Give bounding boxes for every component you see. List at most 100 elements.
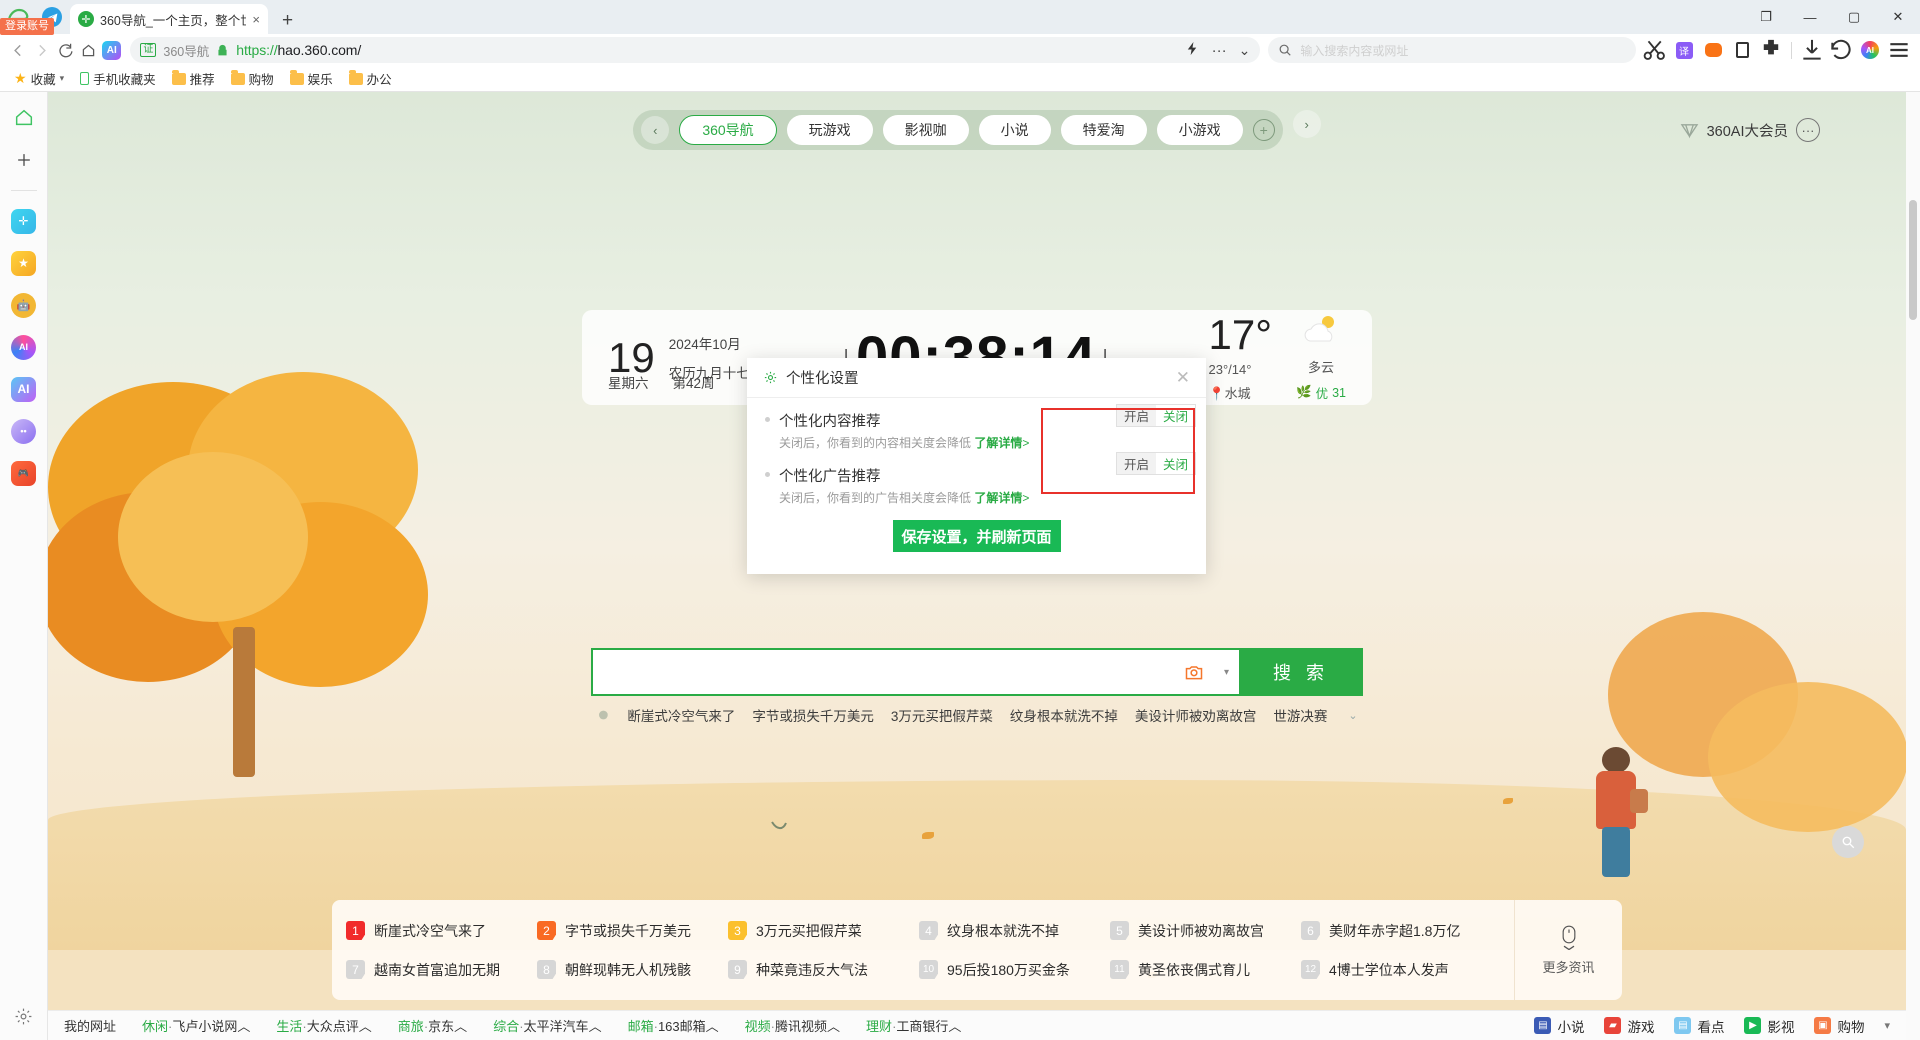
bottom-link[interactable]: 休闲·飞卢小说网︿ xyxy=(142,1016,250,1035)
search-engine-dropdown[interactable]: ▾ xyxy=(1219,648,1239,696)
news-item[interactable]: 6 美财年赤字超1.8万亿 xyxy=(1301,914,1492,947)
address-bar[interactable]: 证 360导航 https://hao.360.com/ ··· ⌄ xyxy=(130,37,1261,63)
bottom-my-sites[interactable]: 我的网址 xyxy=(64,1016,116,1035)
sidebar-item-favorites[interactable]: ★ xyxy=(10,249,38,277)
bookmark-folder-recommend[interactable]: 推荐 xyxy=(166,67,221,90)
nav-add-tab-button[interactable]: + xyxy=(1252,119,1275,141)
bottom-shortcut-game[interactable]: ▰ 游戏 xyxy=(1604,1016,1654,1036)
game-icon[interactable] xyxy=(1700,37,1726,63)
puzzle-icon[interactable] xyxy=(1758,37,1784,63)
news-item[interactable]: 8 朝鲜现韩无人机残骸 xyxy=(537,953,728,986)
close-window-button[interactable]: ✕ xyxy=(1876,0,1920,34)
news-item[interactable]: 9 种菜竟违反大气法 xyxy=(728,953,919,986)
toolbar-search-box[interactable]: 输入搜索内容或网址 xyxy=(1268,37,1636,63)
restore-down-button[interactable]: ❐ xyxy=(1744,0,1788,34)
hot-search-item[interactable]: 世游决赛 xyxy=(1273,705,1327,725)
sidebar-item-add[interactable] xyxy=(10,146,38,174)
search-input[interactable] xyxy=(607,663,1182,681)
news-item[interactable]: 5 美设计师被劝离故宫 xyxy=(1110,914,1301,947)
bookmark-phone-favorites[interactable]: 手机收藏夹 xyxy=(74,67,162,90)
sidebar-item-robot[interactable]: 🤖 xyxy=(10,291,38,319)
page-scrollbar[interactable] xyxy=(1906,92,1920,1040)
reload-icon[interactable] xyxy=(55,36,76,64)
hot-search-expand-icon[interactable]: ⌄ xyxy=(1348,709,1357,722)
news-item[interactable]: 2 字节或损失千万美元 xyxy=(537,914,728,947)
bookmark-folder-office[interactable]: 办公 xyxy=(343,67,398,90)
nav-tab-xiaoyouxi[interactable]: 小游戏 xyxy=(1156,115,1243,145)
maximize-button[interactable]: ▢ xyxy=(1832,0,1876,34)
back-arrow-icon[interactable] xyxy=(8,36,29,64)
news-item[interactable]: 10 95后投180万买金条 xyxy=(919,953,1110,986)
vip-more-icon[interactable]: ··· xyxy=(1796,118,1820,142)
forward-arrow-icon[interactable] xyxy=(31,36,52,64)
bookmark-favorites[interactable]: ★ 收藏 ▾ xyxy=(8,67,70,90)
news-more-button[interactable]: 更多资讯 xyxy=(1514,900,1622,1000)
scissors-icon[interactable] xyxy=(1642,37,1668,63)
download-icon[interactable] xyxy=(1799,37,1825,63)
bottom-link[interactable]: 综合·太平洋汽车︿ xyxy=(493,1016,601,1035)
hot-search-item[interactable]: 3万元买把假芹菜 xyxy=(891,705,993,725)
bottom-link[interactable]: 生活·大众点评︿ xyxy=(276,1016,371,1035)
nav-tab-wanyouxi[interactable]: 玩游戏 xyxy=(786,115,873,145)
news-item[interactable]: 3 3万元买把假芹菜 xyxy=(728,914,919,947)
bottom-shortcut-video[interactable]: ▶ 影视 xyxy=(1744,1016,1794,1036)
bottom-shortcut-novel[interactable]: ▤ 小说 xyxy=(1534,1016,1584,1036)
bookmark-folder-entertainment[interactable]: 娱乐 xyxy=(284,67,339,90)
new-tab-button[interactable]: + xyxy=(282,11,293,30)
bottom-shortcut-kandian[interactable]: ▤ 看点 xyxy=(1674,1016,1724,1036)
toggle-on-option[interactable]: 开启 xyxy=(1117,453,1156,474)
login-account-badge[interactable]: 登录账号 xyxy=(0,18,54,35)
news-item[interactable]: 7 越南女首富追加无期 xyxy=(346,953,537,986)
nav-tab-yingshika[interactable]: 影视咖 xyxy=(882,115,969,145)
scrollbar-thumb[interactable] xyxy=(1909,200,1917,320)
news-item[interactable]: 4 纹身根本就洗不掉 xyxy=(919,914,1110,947)
bottom-link[interactable]: 邮箱·163邮箱︿ xyxy=(628,1016,719,1035)
translate-icon[interactable]: 译 xyxy=(1671,37,1697,63)
toggle-off-option[interactable]: 关闭 xyxy=(1156,453,1195,474)
tab-close-icon[interactable]: × xyxy=(252,12,260,27)
home-icon[interactable] xyxy=(78,36,99,64)
camera-icon[interactable] xyxy=(1181,659,1206,685)
bottom-shortcut-shopping[interactable]: ▣ 购物 xyxy=(1814,1016,1864,1036)
bottom-link[interactable]: 商旅·京东︿ xyxy=(398,1016,467,1035)
minimize-button[interactable]: — xyxy=(1788,0,1832,34)
nav-prev-button[interactable]: ‹ xyxy=(641,116,670,144)
ad-recommendation-toggle[interactable]: 开启 关闭 xyxy=(1116,452,1196,475)
nav-tab-xiaoshuo[interactable]: 小说 xyxy=(978,115,1051,145)
sidebar-item-ghost[interactable]: •• xyxy=(10,417,38,445)
lightning-icon[interactable] xyxy=(1185,41,1200,59)
search-input-wrapper[interactable] xyxy=(591,648,1220,696)
sidebar-item-game[interactable]: 🎮 xyxy=(10,459,38,487)
learn-more-link[interactable]: 了解详情> xyxy=(974,491,1029,505)
zoom-icon[interactable] xyxy=(1832,826,1864,858)
toggle-off-option[interactable]: 关闭 xyxy=(1156,405,1195,426)
omnibox-more-icon[interactable]: ··· xyxy=(1212,42,1227,59)
hot-search-item[interactable]: 断崖式冷空气来了 xyxy=(627,705,735,725)
search-submit-button[interactable]: 搜 索 xyxy=(1239,648,1363,696)
close-icon[interactable]: ✕ xyxy=(1176,368,1190,388)
sidebar-item-tools[interactable]: ✛ xyxy=(10,207,38,235)
toggle-on-option[interactable]: 开启 xyxy=(1117,405,1156,426)
ai-assistant-icon[interactable]: AI xyxy=(101,36,122,64)
learn-more-link[interactable]: 了解详情> xyxy=(974,436,1029,450)
content-recommendation-toggle[interactable]: 开启 关闭 xyxy=(1116,404,1196,427)
sidebar-item-ai-app[interactable]: AI xyxy=(10,375,38,403)
book-icon[interactable] xyxy=(1729,37,1755,63)
vip-label[interactable]: 360AI大会员 xyxy=(1707,120,1788,141)
save-settings-button[interactable]: 保存设置，并刷新页面 xyxy=(892,520,1061,552)
browser-menu-icon[interactable] xyxy=(1886,37,1912,63)
sidebar-item-home[interactable] xyxy=(10,104,38,132)
bookmark-folder-shopping[interactable]: 购物 xyxy=(225,67,280,90)
bottom-bar-collapse-icon[interactable]: ▾ xyxy=(1884,1019,1890,1032)
news-item[interactable]: 11 黄圣依丧偶式育儿 xyxy=(1110,953,1301,986)
nav-tab-360daohang[interactable]: 360导航 xyxy=(679,115,777,145)
bottom-link[interactable]: 理财·工商银行︿ xyxy=(866,1016,961,1035)
chevron-down-icon[interactable]: ⌄ xyxy=(1239,42,1251,59)
news-item[interactable]: 12 4博士学位本人发声 xyxy=(1301,953,1492,986)
nav-tab-teaitao[interactable]: 特爱淘 xyxy=(1060,115,1147,145)
news-item[interactable]: 1 断崖式冷空气来了 xyxy=(346,914,537,947)
nav-next-button[interactable]: › xyxy=(1292,110,1321,138)
ai-color-icon[interactable]: AI xyxy=(1857,37,1883,63)
browser-tab[interactable]: ✛ 360导航_一个主页，整个世界 × xyxy=(70,4,268,34)
sidebar-item-ai-assistant[interactable]: AI xyxy=(10,333,38,361)
